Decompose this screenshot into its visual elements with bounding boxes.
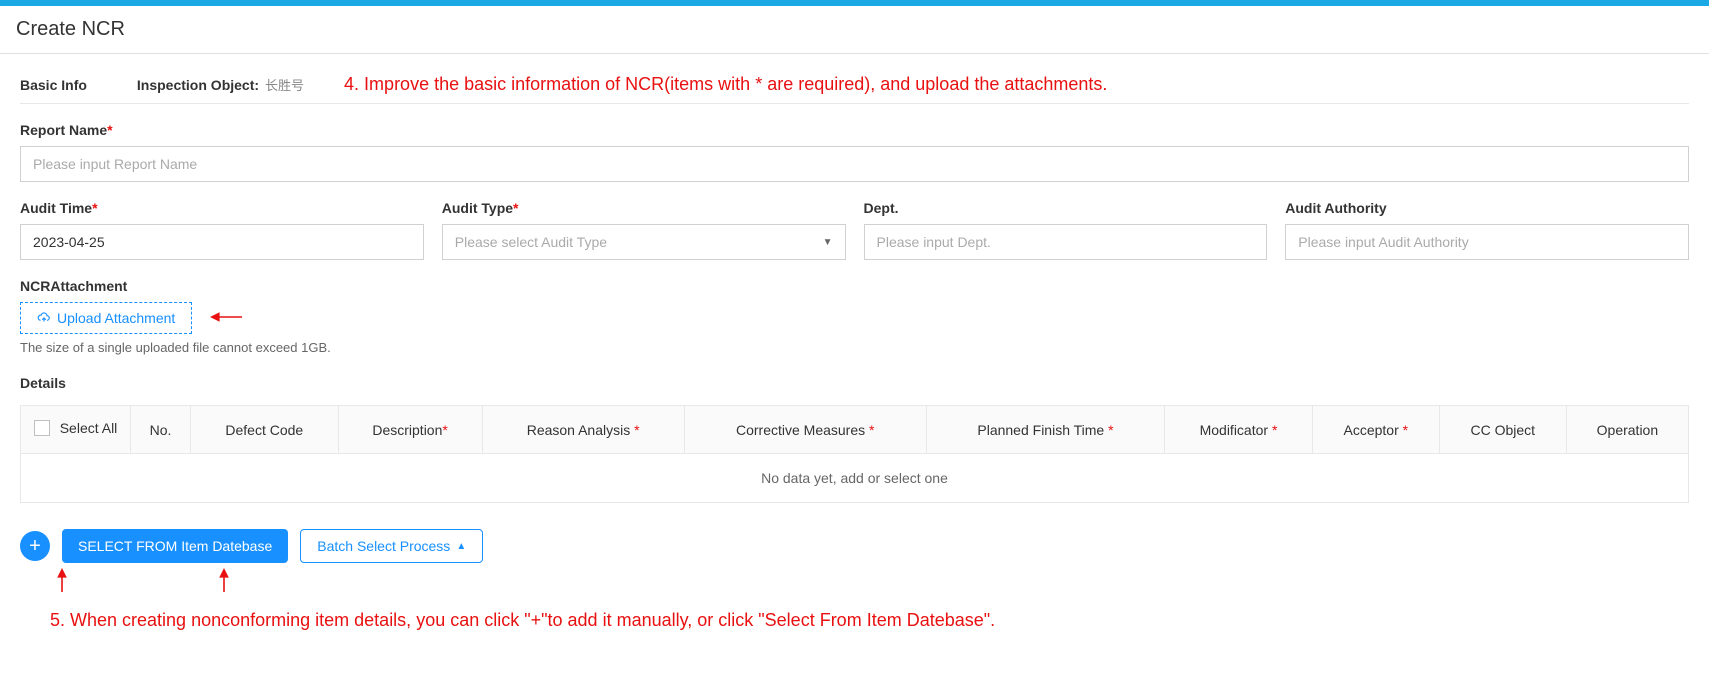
col-corrective-measures: Corrective Measures * bbox=[684, 406, 926, 454]
required-asterisk: * bbox=[107, 122, 112, 138]
page-title: Create NCR bbox=[16, 18, 1693, 41]
select-all-checkbox[interactable] bbox=[34, 420, 50, 436]
chevron-down-icon: ▼ bbox=[823, 237, 833, 248]
col-no: No. bbox=[131, 406, 191, 454]
audit-authority-label: Audit Authority bbox=[1285, 200, 1689, 216]
col-planned-finish-time: Planned Finish Time * bbox=[926, 406, 1164, 454]
col-description: Description* bbox=[338, 406, 482, 454]
table-header-row: Select All No. Defect Code Description* … bbox=[21, 406, 1689, 454]
batch-select-label: Batch Select Process bbox=[317, 538, 450, 554]
audit-type-placeholder: Please select Audit Type bbox=[455, 234, 607, 250]
dept-label: Dept. bbox=[864, 200, 1268, 216]
attachment-section: NCRAttachment Upload Attachment The size… bbox=[20, 278, 1689, 355]
details-section-label: Details bbox=[20, 375, 1689, 391]
audit-authority-field: Audit Authority bbox=[1285, 200, 1689, 260]
inspection-object-value: 长胜号 bbox=[265, 75, 304, 94]
col-acceptor: Acceptor * bbox=[1312, 406, 1439, 454]
plus-icon: + bbox=[29, 532, 41, 560]
audit-authority-input[interactable] bbox=[1285, 224, 1689, 260]
empty-table-text: No data yet, add or select one bbox=[21, 454, 1689, 503]
audit-time-input[interactable] bbox=[20, 224, 424, 260]
basic-info-header: Basic Info Inspection Object: 长胜号 4. Imp… bbox=[20, 74, 1689, 104]
audit-type-select[interactable]: Please select Audit Type ▼ bbox=[442, 224, 846, 260]
annotation-arrow-up-icon bbox=[54, 567, 70, 596]
select-from-database-button[interactable]: SELECT FROM Item Datebase bbox=[62, 529, 288, 563]
dept-input[interactable] bbox=[864, 224, 1268, 260]
upload-button-label: Upload Attachment bbox=[57, 310, 175, 326]
annotation-arrow-up-icon bbox=[216, 567, 232, 596]
page-header: Create NCR bbox=[0, 6, 1709, 54]
attachment-label: NCRAttachment bbox=[20, 278, 1689, 294]
annotation-arrows-row bbox=[54, 567, 1689, 596]
inspection-object-label: Inspection Object: bbox=[137, 77, 259, 93]
audit-time-label: Audit Time* bbox=[20, 200, 424, 216]
chevron-up-icon: ▲ bbox=[456, 541, 466, 552]
required-asterisk: * bbox=[92, 200, 97, 216]
annotation-arrow-right-icon bbox=[208, 309, 244, 328]
annotation-step-4: 4. Improve the basic information of NCR(… bbox=[344, 74, 1107, 95]
required-asterisk: * bbox=[513, 200, 518, 216]
report-name-field: Report Name* bbox=[20, 122, 1689, 182]
cloud-upload-icon bbox=[37, 311, 51, 325]
main-content: Basic Info Inspection Object: 长胜号 4. Imp… bbox=[0, 54, 1709, 661]
audit-time-field: Audit Time* bbox=[20, 200, 424, 260]
add-item-button[interactable]: + bbox=[20, 531, 50, 561]
upload-attachment-button[interactable]: Upload Attachment bbox=[20, 302, 192, 334]
col-defect-code: Defect Code bbox=[191, 406, 339, 454]
col-reason-analysis: Reason Analysis * bbox=[482, 406, 684, 454]
select-all-label: Select All bbox=[60, 420, 118, 436]
details-table: Select All No. Defect Code Description* … bbox=[20, 405, 1689, 503]
audit-type-field: Audit Type* Please select Audit Type ▼ bbox=[442, 200, 846, 260]
col-select-all: Select All bbox=[21, 406, 131, 454]
details-action-row: + SELECT FROM Item Datebase Batch Select… bbox=[20, 529, 1689, 563]
col-cc-object: CC Object bbox=[1439, 406, 1566, 454]
col-modificator: Modificator * bbox=[1165, 406, 1313, 454]
basic-info-label: Basic Info bbox=[20, 77, 87, 93]
col-operation: Operation bbox=[1566, 406, 1688, 454]
upload-hint-text: The size of a single uploaded file canno… bbox=[20, 340, 1689, 355]
batch-select-process-button[interactable]: Batch Select Process ▲ bbox=[300, 529, 483, 563]
dept-field: Dept. bbox=[864, 200, 1268, 260]
annotation-step-5: 5. When creating nonconforming item deta… bbox=[50, 610, 1689, 631]
report-name-input[interactable] bbox=[20, 146, 1689, 182]
report-name-label: Report Name* bbox=[20, 122, 1689, 138]
table-empty-row: No data yet, add or select one bbox=[21, 454, 1689, 503]
audit-type-label: Audit Type* bbox=[442, 200, 846, 216]
